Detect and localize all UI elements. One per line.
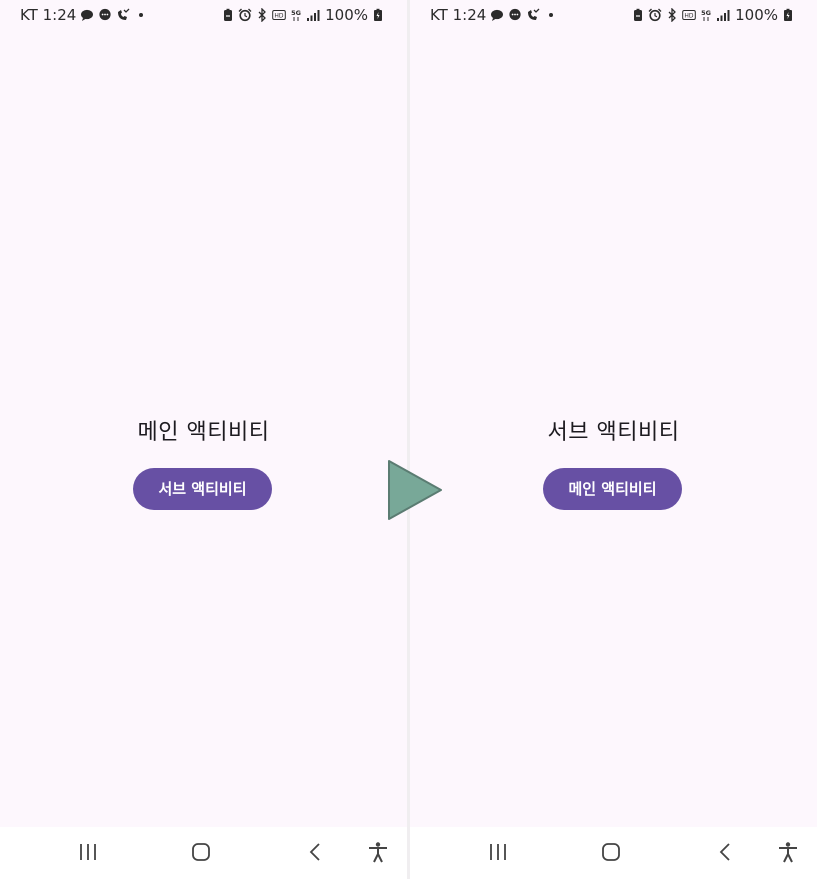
signal-icon: [716, 8, 730, 22]
back-icon[interactable]: [305, 841, 327, 863]
battery-saver-icon: [221, 8, 235, 22]
status-bar: KT 1:24 HD 5G 100%: [410, 0, 817, 30]
hd-icon: HD: [272, 8, 286, 22]
main-activity-screen: KT 1:24 HD 5G 100% 메인 액티비티 서브 액티비티: [0, 0, 407, 879]
status-bar: KT 1:24 HD 5G 100%: [0, 0, 407, 30]
battery-percentage: 100%: [325, 6, 368, 24]
go-to-main-activity-button[interactable]: 메인 액티비티: [543, 468, 682, 510]
accessibility-icon[interactable]: [777, 841, 799, 863]
status-right: HD 5G 100%: [221, 6, 385, 24]
recents-icon[interactable]: [77, 841, 99, 863]
alarm-icon: [238, 8, 252, 22]
back-icon[interactable]: [715, 841, 737, 863]
message-icon: [98, 8, 112, 22]
5g-icon: 5G: [699, 8, 713, 22]
home-icon[interactable]: [190, 841, 212, 863]
status-right: HD 5G 100%: [631, 6, 795, 24]
chat-bubble-icon: [490, 8, 504, 22]
dot-icon: [544, 8, 558, 22]
alarm-icon: [648, 8, 662, 22]
status-left: KT 1:24: [430, 6, 558, 24]
accessibility-icon[interactable]: [367, 841, 389, 863]
carrier-time: KT 1:24: [430, 6, 487, 24]
battery-percentage: 100%: [735, 6, 778, 24]
battery-icon: [781, 8, 795, 22]
go-to-sub-activity-button[interactable]: 서브 액티비티: [133, 468, 272, 510]
battery-saver-icon: [631, 8, 645, 22]
signal-icon: [306, 8, 320, 22]
play-arrow-icon: [386, 458, 444, 522]
bluetooth-icon: [255, 8, 269, 22]
5g-icon: 5G: [289, 8, 303, 22]
home-icon[interactable]: [600, 841, 622, 863]
svg-text:5G: 5G: [701, 9, 711, 17]
battery-icon: [371, 8, 385, 22]
page-title: 메인 액티비티: [137, 420, 270, 445]
hd-icon: HD: [682, 8, 696, 22]
carrier-time: KT 1:24: [20, 6, 77, 24]
page-title: 서브 액티비티: [547, 420, 680, 445]
navigation-bar: [0, 827, 407, 879]
message-icon: [508, 8, 522, 22]
phone-missed-icon: [526, 8, 540, 22]
sub-activity-screen: KT 1:24 HD 5G 100% 서브 액티비티 메인 액티비티: [410, 0, 817, 879]
bluetooth-icon: [665, 8, 679, 22]
status-left: KT 1:24: [20, 6, 148, 24]
dot-icon: [134, 8, 148, 22]
svg-text:HD: HD: [275, 13, 285, 20]
phone-missed-icon: [116, 8, 130, 22]
svg-text:HD: HD: [685, 13, 695, 20]
navigation-bar: [410, 827, 817, 879]
recents-icon[interactable]: [487, 841, 509, 863]
chat-bubble-icon: [80, 8, 94, 22]
svg-text:5G: 5G: [291, 9, 301, 17]
